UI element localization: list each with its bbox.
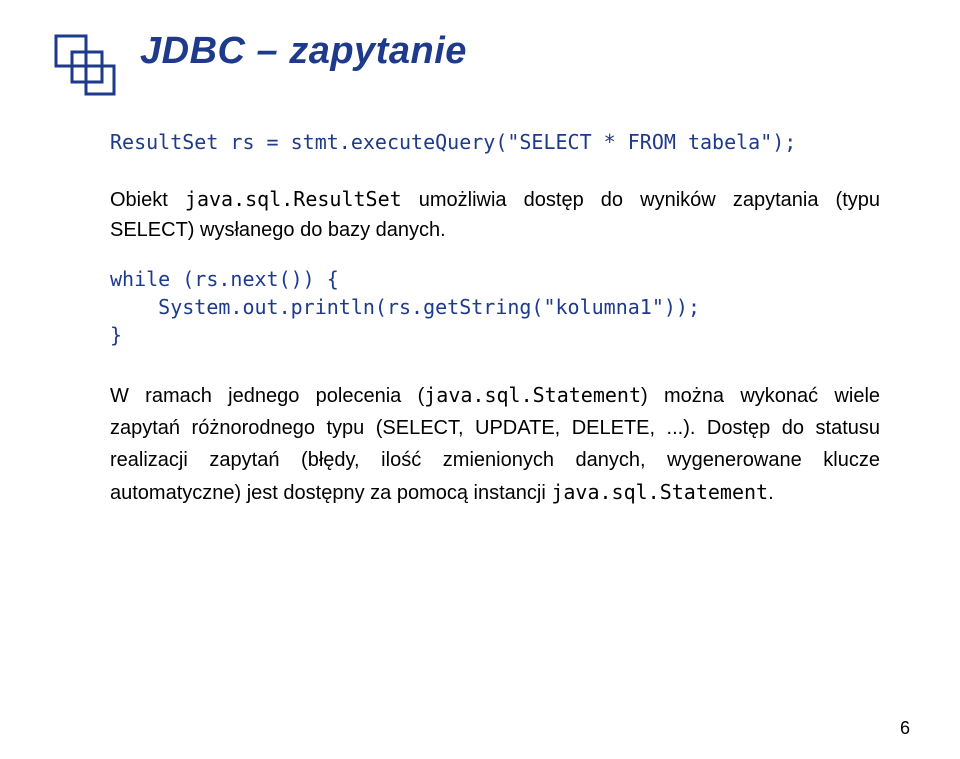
paragraph-1: Obiekt java.sql.ResultSet umożliwia dost… (110, 184, 880, 245)
slide-title: JDBC – zapytanie (140, 30, 467, 73)
paragraph-2: W ramach jednego polecenia (java.sql.Sta… (110, 379, 880, 509)
inline-code-2: java.sql.Statement (551, 480, 768, 504)
page-number: 6 (900, 718, 910, 739)
inline-code: java.sql.ResultSet (185, 187, 402, 211)
overlapping-squares-icon (50, 30, 120, 100)
code-block-1: ResultSet rs = stmt.executeQuery("SELECT… (110, 130, 910, 154)
text-pre: Obiekt (110, 189, 185, 211)
slide: JDBC – zapytanie ResultSet rs = stmt.exe… (0, 0, 960, 759)
text-pre: W ramach jednego polecenia ( (110, 385, 424, 407)
inline-code-1: java.sql.Statement (424, 383, 641, 407)
text-post: . (768, 482, 774, 504)
code-block-2: while (rs.next()) { System.out.println(r… (110, 265, 910, 349)
slide-header: JDBC – zapytanie (50, 30, 910, 100)
